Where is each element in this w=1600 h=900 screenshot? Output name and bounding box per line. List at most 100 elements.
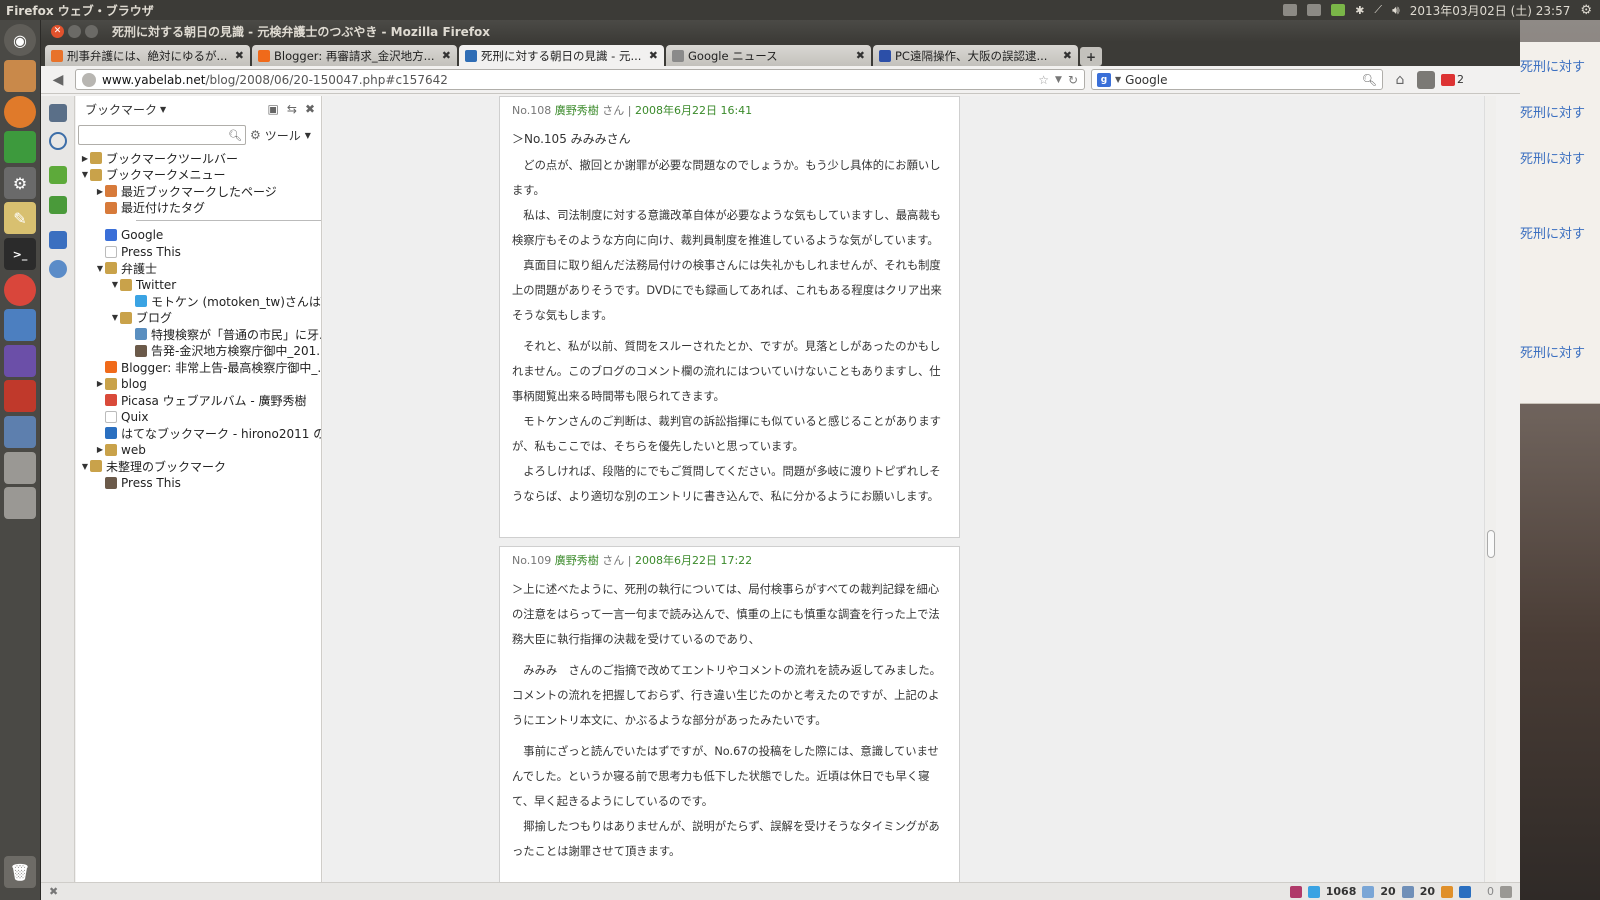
close-tab-icon[interactable]: ✖ (856, 49, 865, 62)
reload-icon[interactable]: ↻ (1068, 73, 1078, 87)
twisty-icon[interactable]: ▼ (110, 280, 120, 289)
comment-date-link[interactable]: 2008年6月22日 16:41 (635, 104, 752, 117)
tab-4[interactable]: Google ニュース ✖ (666, 45, 871, 66)
bookmark-item[interactable]: ▶ ブックマークツールバー (76, 150, 321, 167)
messages-icon[interactable] (1401, 885, 1414, 898)
app-icon-red[interactable] (4, 380, 36, 412)
tab-3-active[interactable]: 死刑に対する朝日の見識 - 元... ✖ (459, 45, 664, 66)
bookmark-item[interactable]: ▼ 弁護士 (76, 260, 321, 277)
drive-icon[interactable] (4, 452, 36, 484)
url-text[interactable]: www.yabelab.net/blog/2008/06/20-150047.p… (102, 73, 1038, 87)
bookmark-item[interactable]: Press This (76, 475, 321, 492)
twisty-icon[interactable]: ▶ (95, 379, 105, 388)
app-icon-blue[interactable] (4, 309, 36, 341)
close-tab-icon[interactable]: ✖ (442, 49, 451, 62)
bookmark-search-input[interactable]: 🔍︎ (78, 125, 246, 145)
comment-author-link[interactable]: 廣野秀樹 (555, 104, 599, 117)
twisty-icon[interactable]: ▼ (110, 313, 120, 322)
network-icon[interactable]: ⟋ (1374, 3, 1382, 17)
sidebar-title[interactable]: ブックマーク (85, 101, 157, 118)
bookmark-item[interactable]: Quix (76, 409, 321, 426)
google-engine-icon[interactable]: g (1097, 72, 1111, 87)
search-icon[interactable]: 🔍︎ (1362, 73, 1377, 87)
tab-2[interactable]: Blogger: 再審請求_金沢地方... ✖ (252, 45, 457, 66)
bookmark-item[interactable]: 特捜検察が「普通の市民」に牙... (76, 326, 321, 343)
vertical-scrollbar[interactable] (1484, 96, 1496, 882)
search-input[interactable]: Google (1125, 73, 1358, 87)
page-content[interactable]: No.108 廣野秀樹 さん | 2008年6月22日 16:41 ＞No.10… (323, 96, 1496, 882)
battery-icon[interactable] (1331, 4, 1346, 16)
gmail-badge[interactable]: 2 (1441, 73, 1464, 86)
site-identity-icon[interactable] (82, 72, 96, 87)
compose-icon[interactable] (1441, 885, 1453, 898)
bookmark-item[interactable]: ▼ ブログ (76, 310, 321, 327)
window-titlebar[interactable]: ✕ 死刑に対する朝日の見識 - 元検弁護士のつぶやき - Mozilla Fir… (41, 20, 1520, 42)
search-bar[interactable]: g ▼ Google 🔍︎ (1091, 69, 1383, 90)
bookmark-item[interactable]: Picasa ウェブアルバム - 廣野秀樹 (76, 392, 321, 409)
close-tab-icon[interactable]: ✖ (649, 49, 658, 62)
bookmarks-sidebar-icon[interactable] (49, 104, 67, 122)
twisty-icon[interactable]: ▼ (80, 462, 90, 471)
spreadsheet-icon[interactable] (4, 131, 36, 163)
history-icon[interactable] (49, 132, 67, 150)
mail-icon[interactable] (1307, 4, 1322, 16)
close-addon-bar-icon[interactable]: ✖ (49, 885, 58, 898)
dash-home-icon[interactable]: ◉ (4, 24, 36, 56)
sync-icon[interactable]: ⇆ (287, 102, 297, 116)
new-tab-button[interactable]: + (1080, 47, 1102, 66)
twisty-icon[interactable]: ▶ (80, 154, 90, 163)
dropdown-icon[interactable]: ▼ (1055, 75, 1062, 85)
star-icon[interactable]: ☆ (1038, 73, 1049, 87)
close-window-button[interactable]: ✕ (51, 24, 64, 38)
drive-icon-2[interactable] (4, 487, 36, 519)
twisty-icon[interactable]: ▼ (80, 170, 90, 179)
trash-icon[interactable]: 🗑︎ (4, 856, 36, 888)
bookmark-item[interactable]: ▶ web (76, 442, 321, 459)
bookmark-item[interactable]: ▼ Twitter (76, 277, 321, 294)
clock[interactable]: 2013年03月02日 (土) 23:57 (1410, 2, 1571, 19)
bookmark-item[interactable]: Blogger: 非常上告-最高検察庁御中_... (76, 359, 321, 376)
addon-icon[interactable] (1289, 885, 1302, 898)
chevron-down-icon[interactable]: ▼ (305, 131, 311, 140)
app-icon-window[interactable] (4, 416, 36, 448)
twisty-icon[interactable]: ▶ (95, 187, 105, 196)
bookmark-item[interactable]: Google (76, 227, 321, 244)
twisty-icon[interactable]: ▼ (95, 264, 105, 273)
engine-dropdown-icon[interactable]: ▼ (1115, 75, 1121, 84)
bookmark-item[interactable]: 告発-金沢地方検察庁御中_201... (76, 343, 321, 360)
addons-icon[interactable] (49, 196, 67, 214)
gear-icon[interactable]: ⚙ (1580, 3, 1592, 18)
chrome-icon[interactable] (4, 274, 36, 306)
firefox-icon[interactable] (4, 96, 36, 128)
indicator-icon[interactable] (1283, 4, 1298, 16)
bookmark-item[interactable]: ▼ 未整理のブックマーク (76, 458, 321, 475)
hatena-icon[interactable] (1459, 885, 1471, 898)
comment-author-link[interactable]: 廣野秀樹 (555, 554, 599, 567)
tools-menu-button[interactable]: ツール (265, 127, 301, 144)
app-icon-purple[interactable] (4, 345, 36, 377)
twisty-icon[interactable]: ▶ (95, 445, 105, 454)
back-button[interactable]: ◀ (47, 70, 69, 90)
url-bar[interactable]: www.yabelab.net/blog/2008/06/20-150047.p… (75, 69, 1085, 90)
info-icon[interactable] (49, 260, 67, 278)
comment-date-link[interactable]: 2008年6月22日 17:22 (635, 554, 752, 567)
chat-icon[interactable] (1500, 885, 1512, 898)
minimize-window-button[interactable] (68, 24, 81, 38)
chevron-down-icon[interactable]: ▼ (160, 105, 166, 114)
text-editor-icon[interactable]: ✎ (4, 202, 36, 234)
twitter-icon[interactable] (1307, 885, 1320, 898)
addon-icon[interactable] (1417, 70, 1435, 89)
close-tab-icon[interactable]: ✖ (235, 49, 244, 62)
volume-icon[interactable]: 🔊︎ (1392, 3, 1400, 18)
mentions-icon[interactable] (1362, 885, 1375, 898)
gear-icon[interactable]: ⚙ (250, 128, 261, 142)
organize-icon[interactable]: ▣ (268, 102, 279, 116)
settings-icon[interactable]: ⚙ (4, 167, 36, 199)
puzzle-icon[interactable] (49, 231, 67, 249)
bookmark-item[interactable]: Press This (76, 244, 321, 261)
close-sidebar-icon[interactable]: ✖ (305, 102, 315, 116)
bookmark-item[interactable]: ▶ blog (76, 376, 321, 393)
bookmark-item[interactable]: はてなブックマーク - hirono2011 のブ... (76, 425, 321, 442)
bookmark-item[interactable]: モトケン (motoken_tw)さんはT... (76, 293, 321, 310)
scrollbar-thumb[interactable] (1487, 530, 1495, 558)
